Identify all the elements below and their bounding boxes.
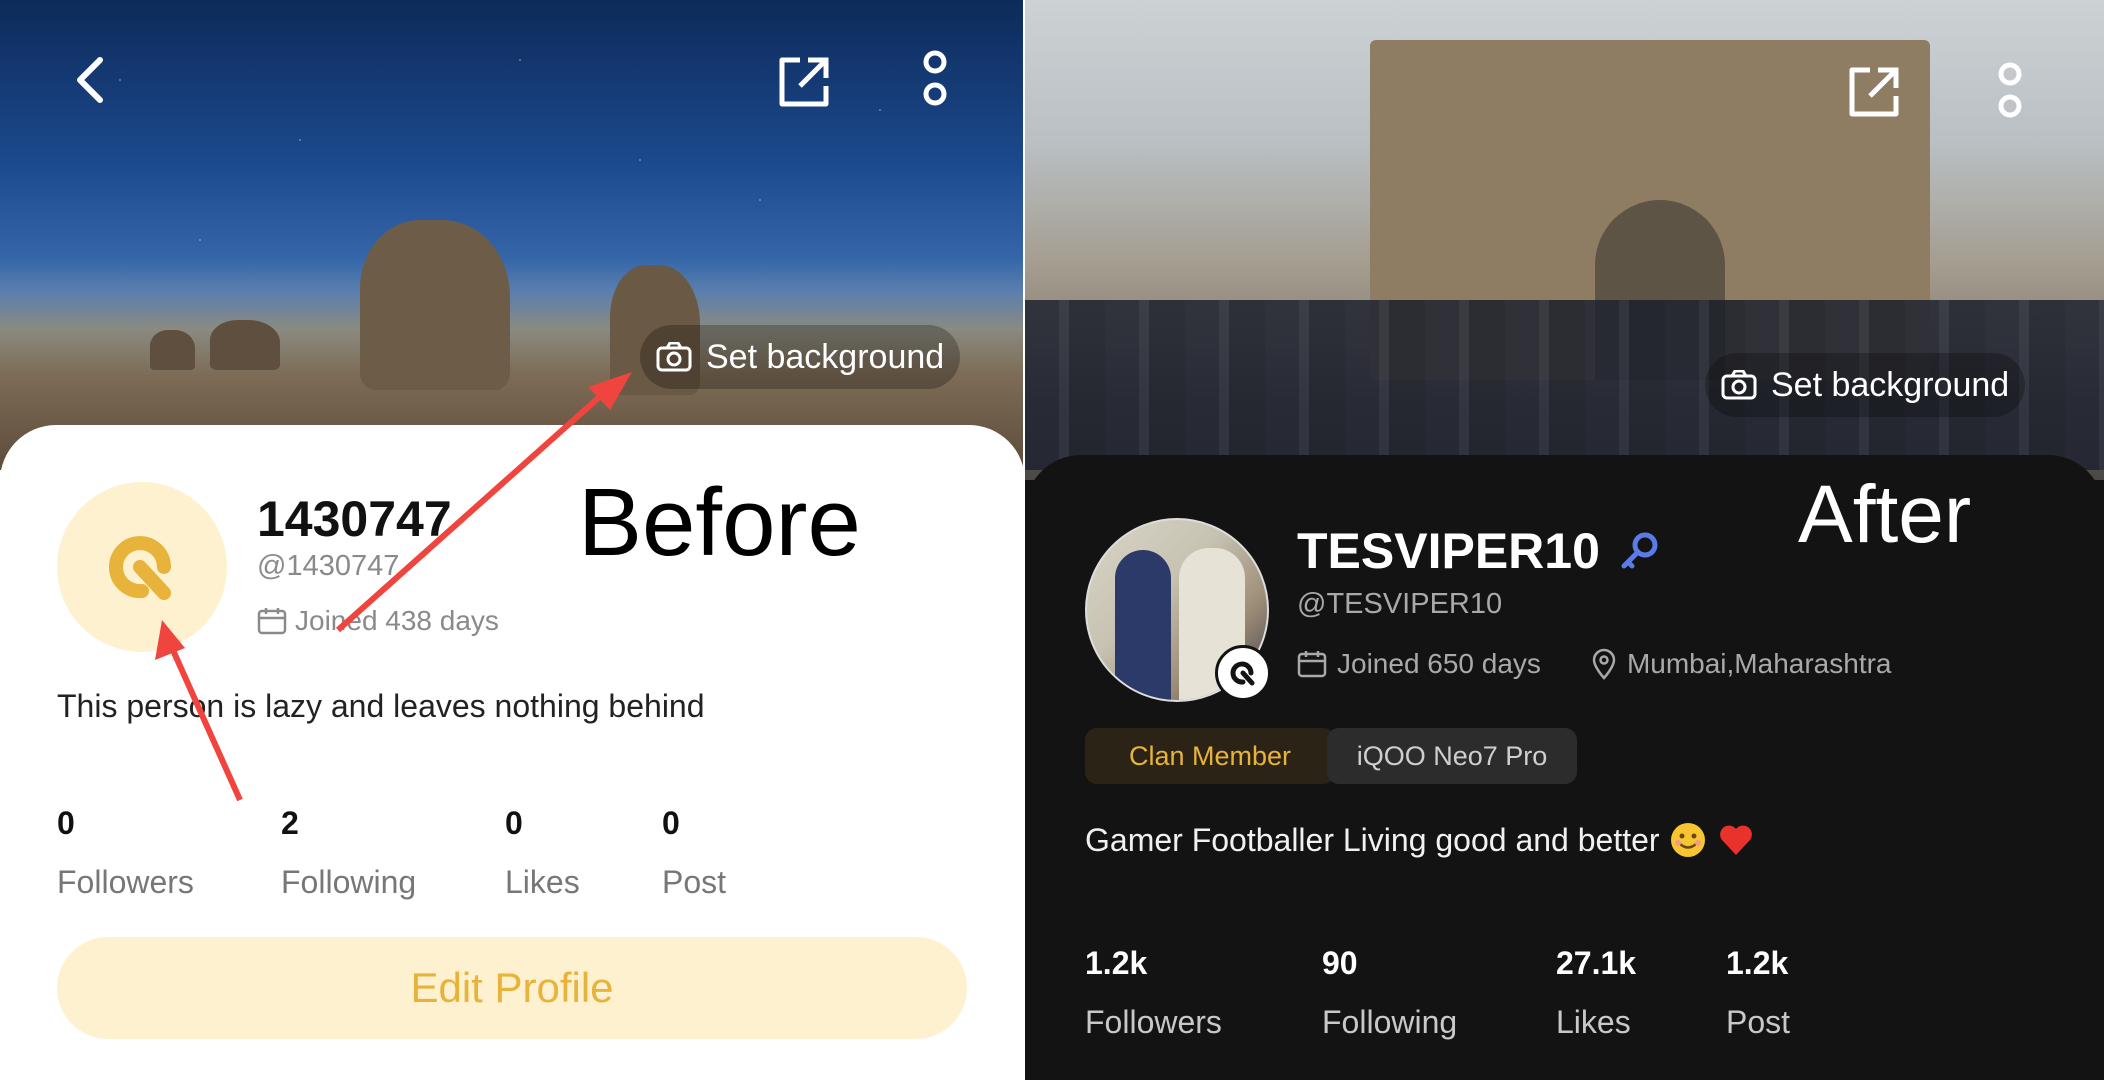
location-label: Mumbai,Maharashtra	[1626, 648, 1892, 679]
stat-post[interactable]: 1.2k Post	[1726, 945, 1790, 1041]
profile-name-row: TESVIPER10	[1297, 522, 1662, 580]
joined-info: Joined 438 days	[257, 605, 499, 637]
camera-icon	[656, 342, 692, 372]
share-button[interactable]	[770, 48, 838, 116]
set-background-button[interactable]: Set background	[1705, 353, 2026, 417]
camera-icon	[1721, 370, 1757, 400]
profile-name: 1430747	[257, 491, 452, 547]
back-icon	[77, 57, 103, 103]
stat-followers[interactable]: 0 Followers	[57, 805, 194, 901]
stat-label: Likes	[1556, 1004, 1631, 1040]
stat-value: 1.2k	[1726, 945, 1789, 981]
more-button[interactable]	[1980, 60, 2040, 122]
profile-handle: @TESVIPER10	[1297, 588, 1503, 620]
profile-name: TESVIPER10	[1297, 523, 1600, 579]
stat-value: 90	[1322, 945, 1358, 981]
set-background-label: Set background	[706, 337, 945, 376]
joined-label: Joined 438 days	[295, 605, 499, 636]
night-sky	[0, 0, 1025, 330]
profile-handle: @1430747	[257, 550, 400, 582]
smiling-face-icon	[1670, 823, 1705, 857]
avatar-person	[1115, 550, 1171, 700]
red-heart-icon	[1719, 825, 1752, 855]
rock-formation	[210, 320, 280, 370]
stat-label: Following	[281, 864, 417, 900]
stat-following[interactable]: 90 Following	[1322, 945, 1457, 1041]
after-label: After	[1798, 469, 1972, 560]
stat-label: Following	[1322, 1004, 1458, 1040]
clan-member-tag[interactable]: Clan Member	[1085, 728, 1335, 784]
rock-formation	[360, 220, 510, 390]
share-icon	[779, 57, 829, 107]
back-button[interactable]	[60, 50, 120, 110]
stat-value: 0	[505, 805, 523, 841]
stat-likes[interactable]: 0 Likes	[505, 805, 580, 901]
more-icon	[1998, 62, 2022, 118]
before-panel: Set background 1430747 @1430747 Joined 4…	[0, 0, 1025, 1080]
stat-label: Post	[1726, 1004, 1791, 1040]
stat-value: 27.1k	[1556, 945, 1637, 981]
more-button[interactable]	[905, 48, 965, 110]
app-logo-icon	[109, 536, 171, 600]
stat-label: Post	[662, 864, 727, 900]
background-photo[interactable]	[0, 0, 1025, 470]
calendar-icon	[1297, 651, 1327, 678]
rock-formation	[150, 330, 195, 370]
set-background-button[interactable]: Set background	[640, 325, 961, 389]
device-tag[interactable]: iQOO Neo7 Pro	[1327, 728, 1577, 784]
clan-badge-icon	[1215, 645, 1271, 701]
share-icon	[1849, 67, 1899, 117]
stat-following[interactable]: 2 Following	[281, 805, 416, 901]
set-background-label: Set background	[1771, 365, 2010, 404]
before-label: Before	[578, 469, 861, 576]
profile-bio: This person is lazy and leaves nothing b…	[57, 688, 705, 724]
stat-label: Followers	[1085, 1004, 1222, 1040]
after-panel: Set background TESVIPER10 @TESVIPER10 Jo…	[1025, 0, 2104, 1080]
avatar[interactable]	[57, 482, 227, 652]
stat-label: Likes	[505, 864, 580, 900]
stat-followers[interactable]: 1.2k Followers	[1085, 945, 1222, 1041]
verified-key-icon	[1621, 532, 1658, 569]
calendar-icon	[257, 608, 287, 635]
more-icon	[923, 50, 947, 106]
joined-label: Joined 650 days	[1337, 648, 1541, 679]
edit-profile-button[interactable]: Edit Profile	[57, 937, 967, 1039]
stat-label: Followers	[57, 864, 194, 900]
bio-text: Gamer Footballer Living good and better	[1085, 821, 1660, 858]
stat-likes[interactable]: 27.1k Likes	[1556, 945, 1636, 1041]
share-button[interactable]	[1840, 58, 1908, 126]
stat-value: 0	[57, 805, 75, 841]
profile-meta: Joined 650 days Mumbai,Maharashtra	[1297, 648, 1892, 680]
stat-value: 2	[281, 805, 299, 841]
stat-value: 1.2k	[1085, 945, 1148, 981]
location-icon	[1592, 648, 1616, 680]
stat-value: 0	[662, 805, 680, 841]
stat-post[interactable]: 0 Post	[662, 805, 726, 901]
profile-bio: Gamer Footballer Living good and better	[1085, 820, 1756, 860]
